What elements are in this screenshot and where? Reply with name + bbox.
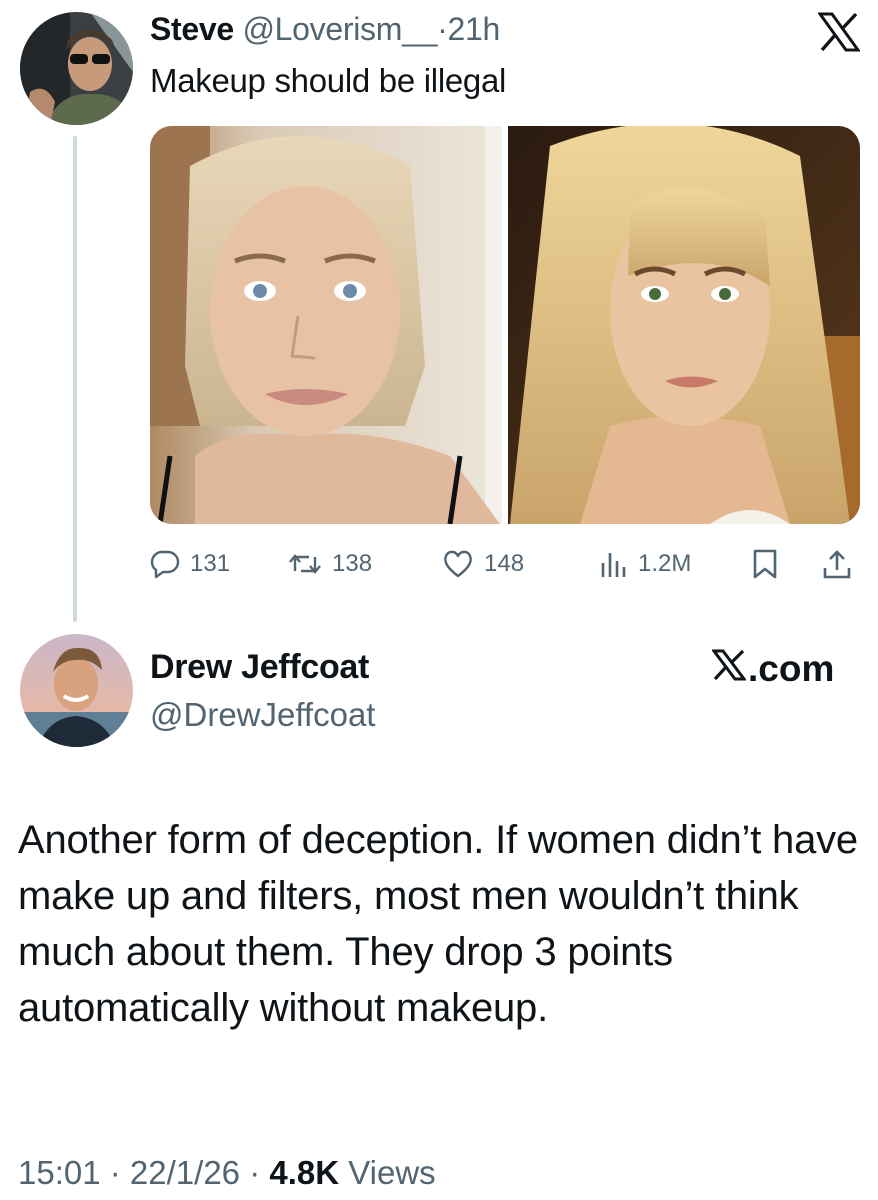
views-count: 1.2M bbox=[638, 550, 692, 577]
xcom-link[interactable]: .com bbox=[711, 648, 835, 690]
photo-without-makeup bbox=[150, 126, 502, 524]
share-button[interactable] bbox=[822, 542, 852, 586]
tweet2-handle[interactable]: @DrewJeffcoat bbox=[150, 696, 375, 734]
views-button[interactable]: 1.2M bbox=[600, 542, 691, 586]
tweet2-display-name[interactable]: Drew Jeffcoat bbox=[150, 648, 369, 687]
reply-button[interactable]: 131 bbox=[150, 542, 230, 586]
repost-icon bbox=[288, 549, 322, 579]
tweet2-meta: 15:01 · 22/1/26 · 4.8K Views bbox=[18, 1154, 436, 1192]
tweet1-display-name[interactable]: Steve bbox=[150, 11, 234, 47]
share-icon bbox=[822, 548, 852, 580]
like-button[interactable]: 148 bbox=[442, 542, 524, 586]
tweet1-media[interactable] bbox=[150, 126, 860, 524]
reply-count: 131 bbox=[190, 550, 231, 577]
like-count: 148 bbox=[484, 550, 525, 577]
tweet2-time[interactable]: 15:01 bbox=[18, 1154, 101, 1191]
reply-icon bbox=[150, 549, 180, 579]
bookmark-button[interactable] bbox=[752, 542, 778, 586]
meta-separator: · bbox=[100, 1154, 130, 1191]
repost-count: 138 bbox=[332, 550, 373, 577]
tweet1-handle[interactable]: @Loverism__ bbox=[243, 11, 438, 47]
photo-with-makeup bbox=[502, 126, 860, 524]
views-chart-icon bbox=[600, 549, 628, 579]
tweet1-time[interactable]: 21h bbox=[447, 11, 500, 47]
x-logo-icon bbox=[817, 12, 861, 52]
x-logo-small-icon bbox=[711, 648, 748, 690]
repost-button[interactable]: 138 bbox=[288, 542, 372, 586]
tweet1-author[interactable]: Steve @Loverism__·21h bbox=[150, 11, 500, 48]
tweet2-text: Another form of deception. If women didn… bbox=[18, 818, 858, 1030]
thread-connector-line bbox=[73, 136, 77, 622]
tweet2-views-count: 4.8K bbox=[269, 1154, 340, 1191]
avatar-drew[interactable] bbox=[20, 634, 133, 747]
tweet2-date[interactable]: 22/1/26 bbox=[130, 1154, 240, 1191]
heart-icon bbox=[442, 549, 474, 579]
xcom-label: .com bbox=[748, 648, 835, 689]
tweet1-action-bar: 131 138 148 1.2M bbox=[150, 542, 862, 586]
avatar-steve[interactable] bbox=[20, 12, 133, 125]
tweet1-separator: · bbox=[437, 11, 448, 47]
meta-separator: · bbox=[240, 1154, 270, 1191]
tweet1-text: Makeup should be illegal bbox=[150, 62, 507, 99]
tweet2-views-label: Views bbox=[339, 1154, 436, 1191]
bookmark-icon bbox=[752, 548, 778, 580]
